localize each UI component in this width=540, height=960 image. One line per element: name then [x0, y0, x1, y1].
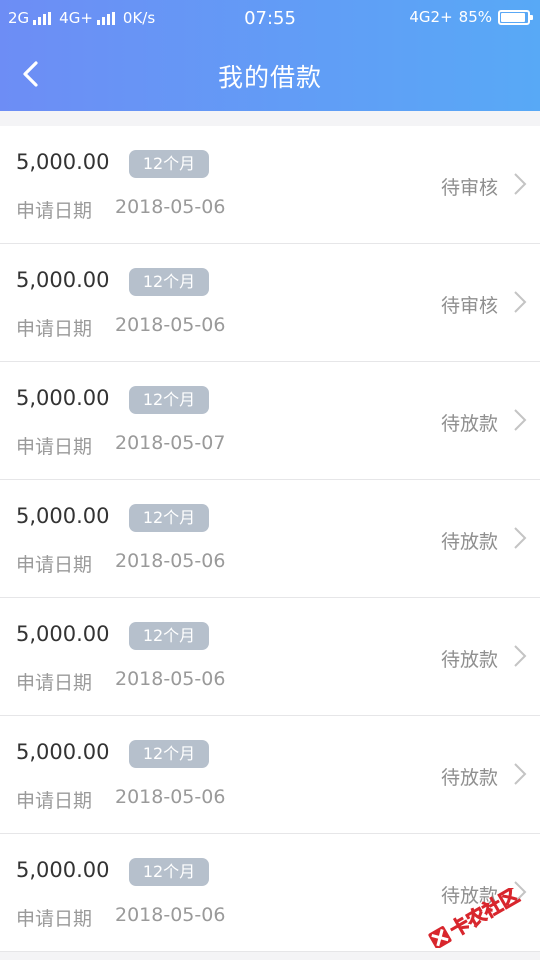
date-label: 申请日期	[16, 554, 93, 576]
loan-row[interactable]: 5,000.00 12个月申请日期 2018-05-07 待放款	[0, 362, 540, 480]
loan-row[interactable]: 5,000.00 12个月申请日期 2018-05-06 待审核	[0, 244, 540, 362]
date-label: 申请日期	[16, 436, 93, 458]
chevron-right-icon	[513, 762, 527, 786]
loan-amount: 5,000.00	[16, 858, 110, 882]
application-date: 2018-05-06	[115, 786, 226, 808]
status-right: 4G2+ 85%	[409, 8, 533, 26]
chevron-right-icon	[513, 526, 527, 550]
network-type-3: 4G2+	[409, 8, 453, 26]
page-title: 我的借款	[217, 63, 322, 92]
loan-amount: 5,000.00	[16, 268, 110, 292]
application-date: 2018-05-06	[115, 668, 226, 690]
loan-list: 5,000.00 12个月 申请日期 2018-05-06 待审核 5,000.00 12个…	[0, 126, 540, 952]
date-label: 申请日期	[16, 200, 93, 222]
loan-status: 待放款	[440, 531, 498, 553]
chevron-right-icon	[513, 290, 527, 314]
chevron-right-icon	[513, 408, 527, 432]
date-label: 申请日期	[16, 908, 93, 930]
term-badge: 12个月	[129, 858, 209, 886]
date-label: 申请日期	[16, 318, 93, 340]
app-header: 2G 4G+ 0K/s 07:55 4G2+ 85% 我的借款	[0, 0, 540, 111]
term-badge: 12个月	[129, 268, 209, 296]
loan-row[interactable]: 5,000.00 12个月申请日期 2018-05-06 待审核	[0, 126, 540, 244]
loan-row[interactable]: 5,000.00 12个月申请日期 2018-05-06 待放款	[0, 480, 540, 598]
chevron-right-icon	[513, 880, 527, 904]
chevron-right-icon	[513, 644, 527, 668]
loan-status: 待审核	[440, 295, 498, 317]
loan-status: 待放款	[440, 767, 498, 789]
term-badge: 12个月	[129, 504, 209, 532]
loan-status: 待放款	[440, 413, 498, 435]
loan-amount: 5,000.00	[16, 504, 110, 528]
term-badge: 12个月	[129, 386, 209, 414]
status-bar: 2G 4G+ 0K/s 07:55 4G2+ 85%	[0, 0, 540, 36]
loan-status: 待审核	[440, 177, 498, 199]
term-badge: 12个月	[129, 622, 209, 650]
battery-icon	[498, 9, 533, 25]
loan-row[interactable]: 5,000.00 12个月申请日期 2018-05-06 待放款	[0, 834, 540, 952]
date-label: 申请日期	[16, 790, 93, 812]
application-date: 2018-05-06	[115, 314, 226, 336]
application-date: 2018-05-06	[115, 550, 226, 572]
loan-amount: 5,000.00	[16, 150, 110, 174]
term-badge: 12个月	[129, 740, 209, 768]
chevron-right-icon	[513, 172, 527, 196]
loan-amount: 5,000.00	[16, 622, 110, 646]
application-date: 2018-05-07	[115, 432, 226, 454]
battery-percent: 85%	[458, 8, 492, 26]
loan-row[interactable]: 5,000.00 12个月申请日期 2018-05-06 待放款	[0, 716, 540, 834]
loan-status: 待放款	[440, 649, 498, 671]
application-date: 2018-05-06	[115, 904, 226, 926]
loan-row[interactable]: 5,000.00 12个月申请日期 2018-05-06 待放款	[0, 598, 540, 716]
loan-status: 待放款	[440, 885, 498, 907]
loan-amount: 5,000.00	[16, 386, 110, 410]
date-label: 申请日期	[16, 672, 93, 694]
application-date: 2018-05-06	[115, 196, 226, 218]
loan-amount: 5,000.00	[16, 740, 110, 764]
term-badge: 12个月	[129, 150, 209, 178]
